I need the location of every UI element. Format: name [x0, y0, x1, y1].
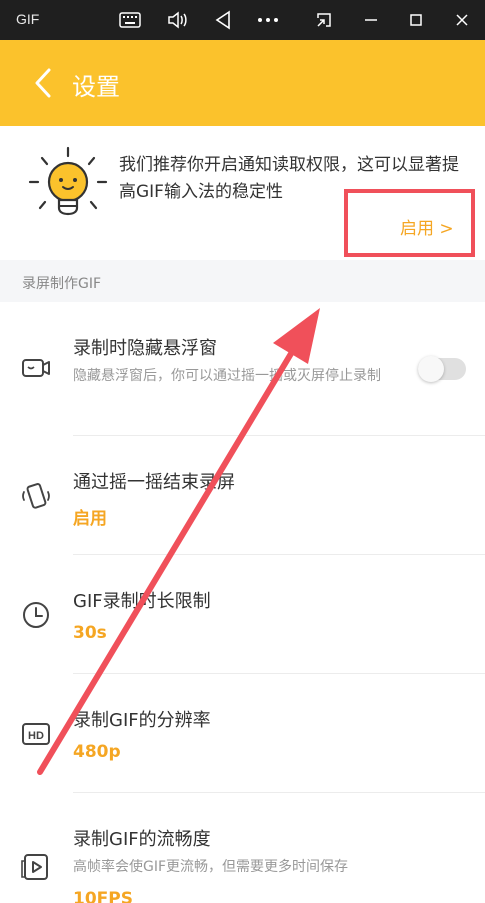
page-title: 设置 — [72, 73, 120, 101]
hide-float-toggle[interactable] — [418, 356, 466, 382]
record-camera-icon — [20, 352, 52, 384]
clock-icon — [20, 599, 52, 631]
emulator-title-bar: GIF — [0, 0, 485, 40]
app-header: 设置 — [0, 40, 485, 126]
volume-icon[interactable] — [165, 8, 189, 32]
lightbulb-icon — [24, 144, 108, 228]
settings-row-duration[interactable]: GIF录制时长限制 30s — [0, 555, 485, 673]
close-icon[interactable] — [450, 8, 474, 32]
settings-row-hide-float[interactable]: 录制时隐藏悬浮窗 隐藏悬浮窗后，你可以通过摇一摇或灭屏停止录制 — [0, 302, 485, 436]
more-icon[interactable] — [256, 8, 280, 32]
shake-phone-icon — [20, 480, 52, 512]
row-title: 录制GIF的流畅度 — [73, 829, 211, 850]
settings-row-resolution[interactable]: HD 录制GIF的分辨率 480p — [0, 674, 485, 792]
back-triangle-icon[interactable] — [211, 8, 235, 32]
row-value: 480p — [73, 742, 121, 762]
back-arrow-icon[interactable] — [30, 66, 60, 100]
row-value: 启用 — [73, 509, 107, 529]
section-header: 录屏制作GIF — [0, 260, 485, 302]
row-value: 30s — [73, 623, 107, 643]
annotation-highlight-box — [344, 189, 475, 257]
row-subtitle: 隐藏悬浮窗后，你可以通过摇一摇或灭屏停止录制 — [73, 368, 381, 384]
row-title: 通过摇一摇结束录屏 — [73, 472, 235, 493]
maximize-icon[interactable] — [404, 8, 428, 32]
play-frames-icon — [20, 851, 52, 883]
row-value: 10FPS — [73, 889, 133, 903]
row-title: 录制GIF的分辨率 — [73, 710, 211, 731]
keyboard-icon[interactable] — [118, 8, 142, 32]
settings-row-fps[interactable]: 录制GIF的流畅度 高帧率会使GIF更流畅，但需要更多时间保存 10FPS — [0, 793, 485, 903]
settings-row-shake-stop[interactable]: 通过摇一摇结束录屏 启用 — [0, 436, 485, 554]
row-title: 录制时隐藏悬浮窗 — [73, 338, 217, 359]
hd-icon: HD — [20, 718, 52, 750]
row-title: GIF录制时长限制 — [73, 591, 211, 612]
minimize-icon[interactable] — [359, 8, 383, 32]
toggle-knob — [418, 356, 444, 382]
section-label: 录屏制作GIF — [22, 276, 102, 292]
svg-text:HD: HD — [28, 730, 44, 742]
screenshot-icon[interactable] — [312, 8, 336, 32]
app-name: GIF — [16, 11, 40, 27]
row-subtitle: 高帧率会使GIF更流畅，但需要更多时间保存 — [73, 859, 349, 875]
